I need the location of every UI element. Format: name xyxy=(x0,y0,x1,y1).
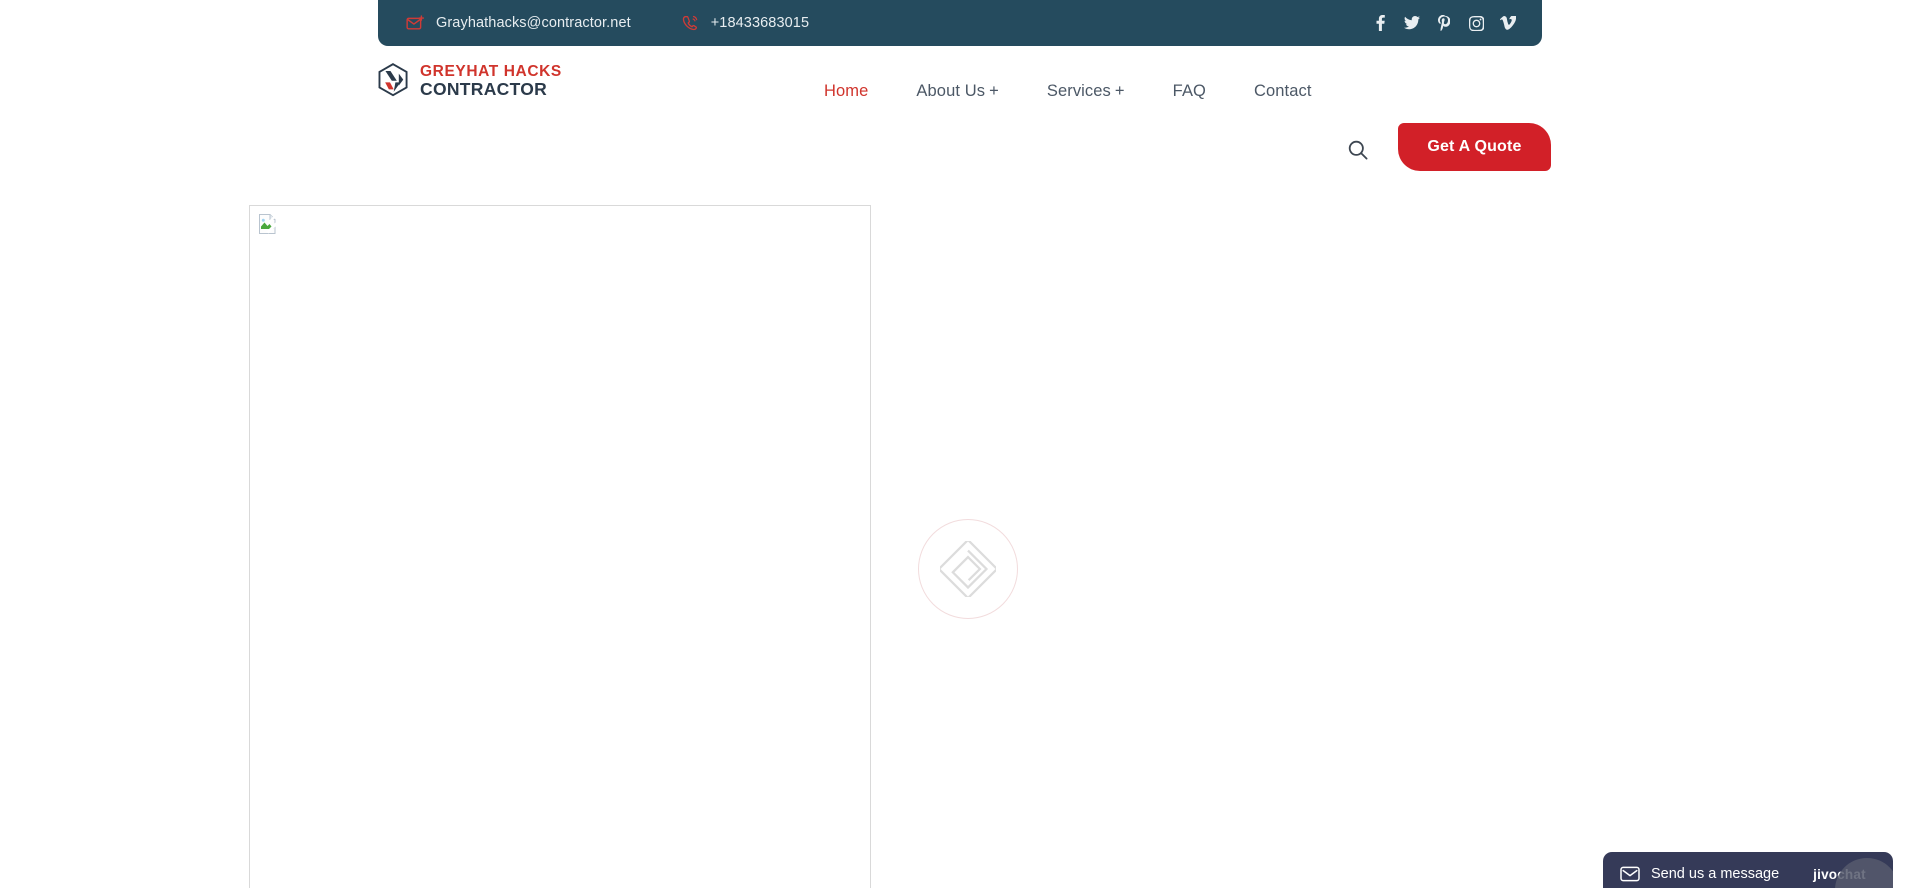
email-contact-link[interactable]: Grayhathacks@contractor.net xyxy=(406,14,631,33)
nav-item-faq[interactable]: FAQ xyxy=(1149,82,1230,101)
phone-ring-icon xyxy=(681,14,700,33)
envelope-icon xyxy=(1619,866,1640,883)
nav-label-faq: FAQ xyxy=(1172,82,1206,100)
chat-widget-message: Send us a message xyxy=(1651,866,1780,882)
nav-item-services[interactable]: Services + xyxy=(1023,82,1149,101)
submenu-plus-icon: + xyxy=(1114,82,1125,100)
logo-wordmark: GREYHAT HACKS CONTRACTOR xyxy=(420,62,562,99)
image-placeholder-spinner-icon xyxy=(918,519,1018,619)
nav-label-contact: Contact xyxy=(1253,82,1312,100)
spinner-diamond-glyph xyxy=(940,541,996,597)
broken-image-placeholder xyxy=(249,205,871,888)
email-text: Grayhathacks@contractor.net xyxy=(436,15,631,31)
vimeo-icon[interactable] xyxy=(1500,15,1516,32)
instagram-icon[interactable] xyxy=(1468,15,1484,32)
main-content xyxy=(0,126,1920,888)
phone-contact-link[interactable]: +18433683015 xyxy=(681,14,809,33)
logo-line-two: CONTRACTOR xyxy=(420,79,548,99)
facebook-icon[interactable] xyxy=(1372,15,1388,32)
contact-group: Grayhathacks@contractor.net +18433683015 xyxy=(406,14,809,33)
envelope-plus-icon xyxy=(406,14,425,33)
submenu-plus-icon: + xyxy=(989,82,999,100)
phone-text: +18433683015 xyxy=(710,15,810,31)
nav-label-about-us: About Us xyxy=(916,82,986,100)
nav-label-home: Home xyxy=(824,82,869,100)
broken-image-icon xyxy=(259,214,278,234)
hexagon-arrows-logo-icon xyxy=(378,63,408,97)
social-links xyxy=(1372,15,1516,32)
site-logo[interactable]: GREYHAT HACKS CONTRACTOR xyxy=(376,63,562,99)
nav-item-contact[interactable]: Contact xyxy=(1230,82,1336,101)
nav-item-about-us[interactable]: About Us + xyxy=(892,82,1022,101)
nav-item-home[interactable]: Home xyxy=(800,82,892,101)
pinterest-icon[interactable] xyxy=(1436,15,1452,32)
jivochat-widget[interactable]: Send us a message jivochat xyxy=(1603,852,1893,888)
logo-line-one: GREYHAT HACKS xyxy=(420,62,562,80)
chat-launcher-orb[interactable] xyxy=(1835,858,1893,888)
top-contact-bar: Grayhathacks@contractor.net +18433683015 xyxy=(378,0,1542,46)
nav-label-services: Services xyxy=(1046,82,1111,100)
main-navigation: Home About Us + Services + FAQ Contact xyxy=(800,82,1336,101)
site-header: GREYHAT HACKS CONTRACTOR Home About Us + … xyxy=(0,46,1920,171)
twitter-icon[interactable] xyxy=(1404,15,1420,32)
